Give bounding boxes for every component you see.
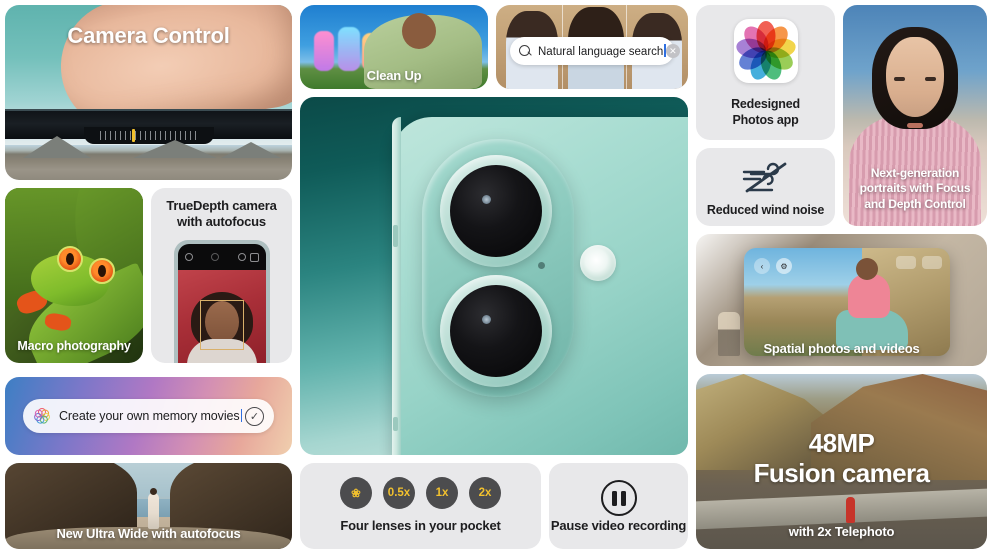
- zoom-slider[interactable]: [99, 131, 198, 140]
- flash-icon[interactable]: [184, 253, 193, 261]
- removed-person-ghost: [338, 27, 360, 71]
- photos-app-icon[interactable]: [733, 19, 798, 83]
- portrait-caption-line1: Next-generation: [870, 165, 960, 180]
- tile-fusion-camera[interactable]: 48MP Fusion camera with 2x Telephoto: [696, 374, 987, 549]
- gear-icon[interactable]: ⚙: [776, 258, 792, 274]
- capture-mode-icon[interactable]: [896, 256, 916, 269]
- memory-movies-value: Create your own memory movies: [59, 409, 245, 423]
- tile-redesigned-photos-app[interactable]: Redesigned Photos app: [696, 5, 835, 140]
- ultrawide-camera-lens: [440, 275, 552, 387]
- camera-control-caption: Camera Control: [67, 23, 230, 48]
- viewfinder-photo: [177, 270, 266, 363]
- lens-chip-1x[interactable]: 1x: [426, 477, 458, 509]
- phone-mockup: [173, 240, 270, 363]
- night-mode-icon[interactable]: [211, 253, 219, 261]
- wind-noise-caption: Reduced wind noise: [706, 203, 825, 217]
- photos-app-caption-line2: Photos app: [732, 113, 799, 127]
- led-flash: [580, 245, 616, 281]
- truedepth-caption: TrueDepth camera with autofocus: [151, 198, 292, 230]
- tile-reduced-wind-noise[interactable]: Reduced wind noise: [696, 148, 835, 226]
- tile-next-gen-portraits[interactable]: Next-generation portraits with Focus and…: [843, 5, 987, 226]
- lens-chip-0-5x[interactable]: 0.5x: [383, 477, 415, 509]
- tile-macro-photography[interactable]: Macro photography: [5, 188, 143, 363]
- lens-chip-row: ❀ 0.5x 1x 2x: [300, 477, 541, 509]
- search-value: Natural language search: [538, 44, 666, 58]
- tile-truedepth-camera[interactable]: TrueDepth camera with autofocus: [151, 188, 292, 363]
- volume-button: [393, 225, 398, 247]
- truedepth-caption-line1: TrueDepth camera: [166, 198, 277, 213]
- tile-hero-camera[interactable]: [300, 97, 688, 455]
- macro-caption: Macro photography: [17, 339, 131, 353]
- mountain-shape: [133, 140, 217, 158]
- phone-screen: [177, 244, 266, 363]
- removed-person-ghost: [314, 31, 334, 71]
- iphone-side-edge: [392, 117, 401, 455]
- pause-caption: Pause video recording: [550, 518, 687, 533]
- portrait-caption-line3: and Depth Control: [864, 196, 966, 211]
- subject-head: [402, 13, 436, 49]
- feature-grid-board: 1x Camera Control Macro photography True…: [0, 0, 992, 554]
- action-button: [393, 417, 398, 431]
- pause-icon[interactable]: [600, 480, 637, 516]
- autofocus-box: [199, 300, 244, 350]
- more-options-icon[interactable]: [922, 256, 942, 269]
- tile-camera-control[interactable]: 1x Camera Control: [5, 5, 292, 180]
- tile-memory-movies[interactable]: Create your own memory movies ✓: [5, 377, 292, 455]
- landscape-ground: [5, 136, 292, 180]
- memory-movies-input[interactable]: Create your own memory movies ✓: [23, 399, 274, 433]
- tile-pause-recording[interactable]: Pause video recording: [549, 463, 688, 549]
- wind-noise-off-icon: [742, 162, 786, 193]
- frog-eye: [89, 258, 115, 284]
- person-silhouette: [148, 493, 159, 529]
- fusion-headline-line1: 48MP: [808, 428, 875, 458]
- subject-head: [856, 258, 878, 280]
- tile-natural-language-search[interactable]: Natural language search ✕: [496, 5, 688, 89]
- frog-eye: [57, 246, 83, 272]
- microphone-hole: [538, 262, 545, 269]
- photos-app-caption-line1: Redesigned: [731, 97, 800, 111]
- mountain-shape: [23, 136, 91, 158]
- truedepth-caption-line2: with autofocus: [177, 214, 266, 229]
- text-caret: [240, 409, 243, 422]
- wide-camera-lens: [440, 155, 552, 267]
- lens-chip-2x[interactable]: 2x: [469, 477, 501, 509]
- fusion-headline-line2: Fusion camera: [753, 458, 930, 488]
- aspect-ratio-icon[interactable]: [249, 252, 259, 262]
- mountain-shape: [221, 142, 281, 158]
- spatial-caption: Spatial photos and videos: [763, 341, 920, 356]
- subject-torso: [848, 274, 890, 318]
- photos-app-caption: Redesigned Photos app: [696, 96, 835, 128]
- person-head: [150, 488, 157, 495]
- cleanup-caption: Clean Up: [366, 68, 422, 83]
- tile-four-lenses[interactable]: ❀ 0.5x 1x 2x Four lenses in your pocket: [300, 463, 541, 549]
- clear-x-icon[interactable]: ✕: [665, 44, 680, 58]
- camera-ui-bar: [178, 244, 266, 270]
- live-photo-icon[interactable]: [237, 252, 246, 261]
- portrait-caption-line2: portraits with Focus: [859, 181, 971, 195]
- fusion-headline: 48MP Fusion camera: [696, 428, 987, 488]
- fusion-subcaption: with 2x Telephoto: [788, 524, 895, 539]
- spatial-media-frame: ‹ ⚙: [744, 248, 950, 356]
- search-input[interactable]: Natural language search ✕: [510, 37, 680, 65]
- check-circle-icon[interactable]: ✓: [245, 406, 264, 426]
- tile-clean-up[interactable]: Clean Up: [300, 5, 488, 89]
- lenses-caption: Four lenses in your pocket: [340, 518, 501, 533]
- portrait-caption: Next-generation portraits with Focus and…: [843, 166, 987, 213]
- siri-flower-icon: [32, 407, 51, 425]
- tile-spatial-photos-videos[interactable]: ‹ ⚙ Spatial photos and videos: [696, 234, 987, 366]
- search-icon: [519, 45, 531, 57]
- tile-ultra-wide[interactable]: New Ultra Wide with autofocus: [5, 463, 292, 549]
- chevron-left-icon[interactable]: ‹: [754, 258, 770, 274]
- subject-face: [886, 37, 944, 128]
- ultrawide-caption: New Ultra Wide with autofocus: [56, 526, 241, 541]
- lens-chip-macro[interactable]: ❀: [340, 477, 372, 509]
- person-in-red: [846, 497, 855, 523]
